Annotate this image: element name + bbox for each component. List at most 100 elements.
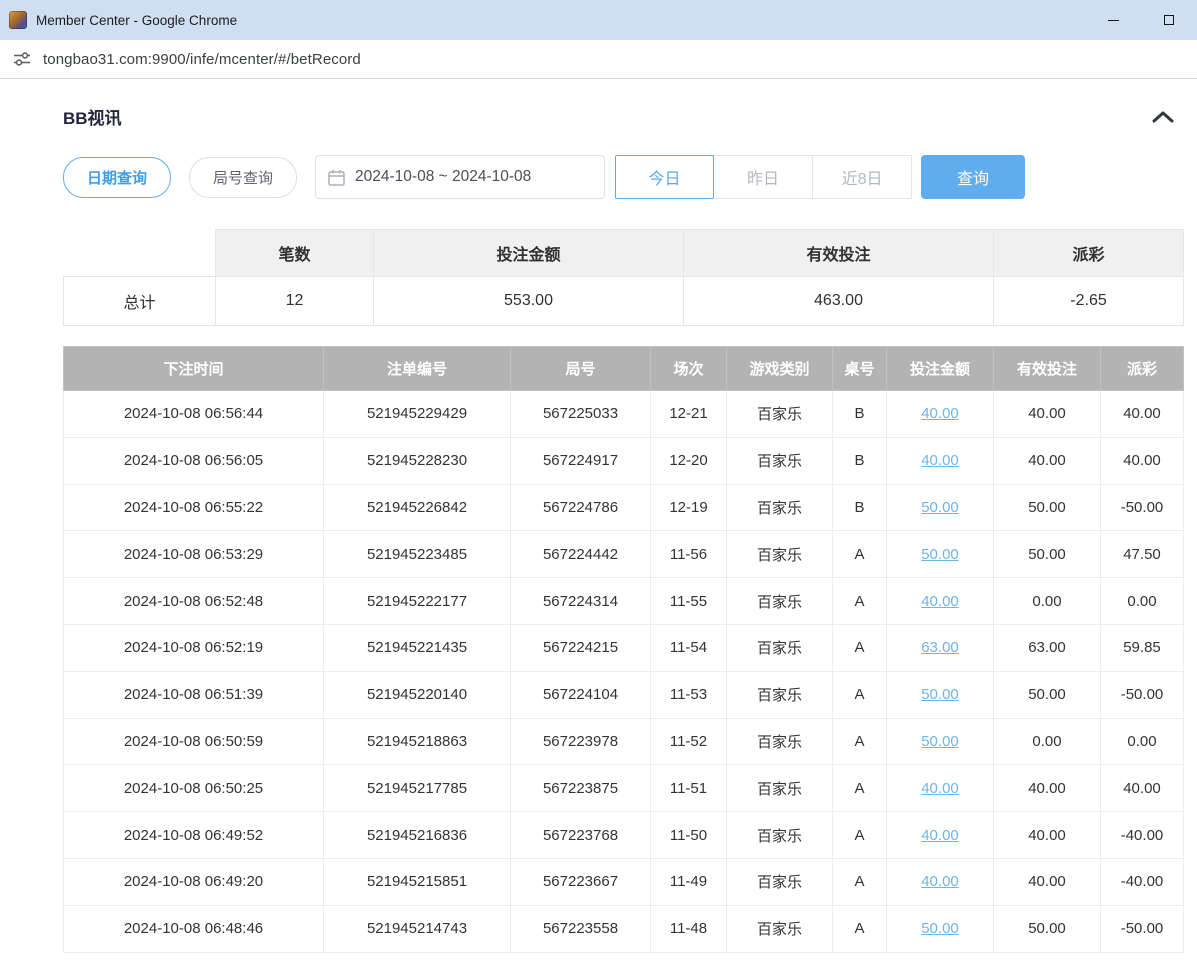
payout-cell: 40.00 [1101,437,1184,484]
bet-amount-link[interactable]: 40.00 [921,873,959,890]
bet-amount-link[interactable]: 40.00 [921,452,959,469]
header-valid-bet: 有效投注 [994,347,1101,391]
table-no-cell: A [833,531,887,578]
summary-header-bet-amount: 投注金额 [374,230,684,277]
valid-bet-cell: 63.00 [994,624,1101,671]
query-button[interactable]: 查询 [921,155,1025,199]
bet-amount-link[interactable]: 50.00 [921,546,959,563]
table-row: 2024-10-08 06:56:44521945229429567225033… [64,391,1184,438]
header-bet-time: 下注时间 [64,347,324,391]
session-cell: 11-50 [651,812,727,859]
bet-amount-link[interactable]: 40.00 [921,405,959,422]
today-button[interactable]: 今日 [615,155,714,199]
bet-amount-cell: 40.00 [887,391,994,438]
session-cell: 11-53 [651,671,727,718]
round-no-cell: 567224104 [511,671,651,718]
bet-amount-link[interactable]: 40.00 [921,827,959,844]
window-titlebar: Member Center - Google Chrome [0,0,1197,40]
date-query-tab[interactable]: 日期查询 [63,157,171,198]
game-type-cell: 百家乐 [727,905,833,952]
payout-cell: -50.00 [1101,484,1184,531]
round-query-tab[interactable]: 局号查询 [189,157,297,198]
table-row: 2024-10-08 06:48:46521945214743567223558… [64,905,1184,952]
bet-amount-link[interactable]: 50.00 [921,499,959,516]
address-bar[interactable]: tongbao31.com:9900/infe/mcenter/#/betRec… [0,40,1197,79]
url-text[interactable]: tongbao31.com:9900/infe/mcenter/#/betRec… [43,51,361,68]
summary-total-row: 总计 12 553.00 463.00 -2.65 [64,277,1184,326]
session-cell: 11-56 [651,531,727,578]
payout-cell: 47.50 [1101,531,1184,578]
order-no-cell: 521945220140 [324,671,511,718]
bet-time-cell: 2024-10-08 06:56:44 [64,391,324,438]
bet-amount-cell: 40.00 [887,578,994,625]
valid-bet-cell: 40.00 [994,765,1101,812]
round-no-cell: 567223558 [511,905,651,952]
summary-header-blank [64,230,216,277]
order-no-cell: 521945218863 [324,718,511,765]
minimize-button[interactable] [1085,0,1141,40]
table-row: 2024-10-08 06:50:59521945218863567223978… [64,718,1184,765]
round-no-cell: 567223875 [511,765,651,812]
summary-header-payout: 派彩 [994,230,1184,277]
round-no-cell: 567223768 [511,812,651,859]
bet-table-header-row: 下注时间 注单编号 局号 场次 游戏类别 桌号 投注金额 有效投注 派彩 [64,347,1184,391]
game-type-cell: 百家乐 [727,858,833,905]
header-session: 场次 [651,347,727,391]
bet-amount-cell: 40.00 [887,812,994,859]
bet-time-cell: 2024-10-08 06:50:59 [64,718,324,765]
game-type-cell: 百家乐 [727,718,833,765]
summary-header-valid-bet: 有效投注 [684,230,994,277]
valid-bet-cell: 40.00 [994,391,1101,438]
session-cell: 12-19 [651,484,727,531]
session-cell: 11-48 [651,905,727,952]
window-controls [1085,0,1197,40]
bet-amount-link[interactable]: 40.00 [921,593,959,610]
table-row: 2024-10-08 06:51:39521945220140567224104… [64,671,1184,718]
session-cell: 11-52 [651,718,727,765]
bet-time-cell: 2024-10-08 06:52:19 [64,624,324,671]
bet-amount-cell: 40.00 [887,437,994,484]
table-no-cell: A [833,812,887,859]
order-no-cell: 521945217785 [324,765,511,812]
game-type-cell: 百家乐 [727,624,833,671]
table-row: 2024-10-08 06:53:29521945223485567224442… [64,531,1184,578]
bet-amount-link[interactable]: 50.00 [921,920,959,937]
maximize-button[interactable] [1141,0,1197,40]
yesterday-button[interactable]: 昨日 [714,155,813,199]
collapse-chevron-up-icon[interactable] [1151,109,1175,125]
summary-header-count: 笔数 [216,230,374,277]
round-no-cell: 567224442 [511,531,651,578]
bet-amount-link[interactable]: 50.00 [921,733,959,750]
table-no-cell: A [833,671,887,718]
round-no-cell: 567224215 [511,624,651,671]
round-no-cell: 567223978 [511,718,651,765]
table-no-cell: A [833,718,887,765]
table-no-cell: B [833,484,887,531]
session-cell: 11-55 [651,578,727,625]
order-no-cell: 521945215851 [324,858,511,905]
bet-time-cell: 2024-10-08 06:49:20 [64,858,324,905]
bet-amount-link[interactable]: 40.00 [921,780,959,797]
date-range-picker[interactable]: 2024-10-08 ~ 2024-10-08 [315,155,605,199]
valid-bet-cell: 40.00 [994,437,1101,484]
table-row: 2024-10-08 06:49:20521945215851567223667… [64,858,1184,905]
table-no-cell: B [833,391,887,438]
payout-cell: -40.00 [1101,858,1184,905]
bet-amount-link[interactable]: 63.00 [921,639,959,656]
section-header: BB视讯 [63,104,1183,129]
session-cell: 12-21 [651,391,727,438]
last-8-days-button[interactable]: 近8日 [813,155,912,199]
payout-cell: -50.00 [1101,905,1184,952]
payout-cell: -40.00 [1101,812,1184,859]
session-cell: 11-51 [651,765,727,812]
bet-time-cell: 2024-10-08 06:55:22 [64,484,324,531]
order-no-cell: 521945228230 [324,437,511,484]
valid-bet-cell: 50.00 [994,484,1101,531]
order-no-cell: 521945226842 [324,484,511,531]
bet-amount-link[interactable]: 50.00 [921,686,959,703]
site-settings-icon[interactable] [13,50,31,68]
table-no-cell: A [833,578,887,625]
payout-cell: -50.00 [1101,671,1184,718]
header-table-no: 桌号 [833,347,887,391]
session-cell: 11-54 [651,624,727,671]
